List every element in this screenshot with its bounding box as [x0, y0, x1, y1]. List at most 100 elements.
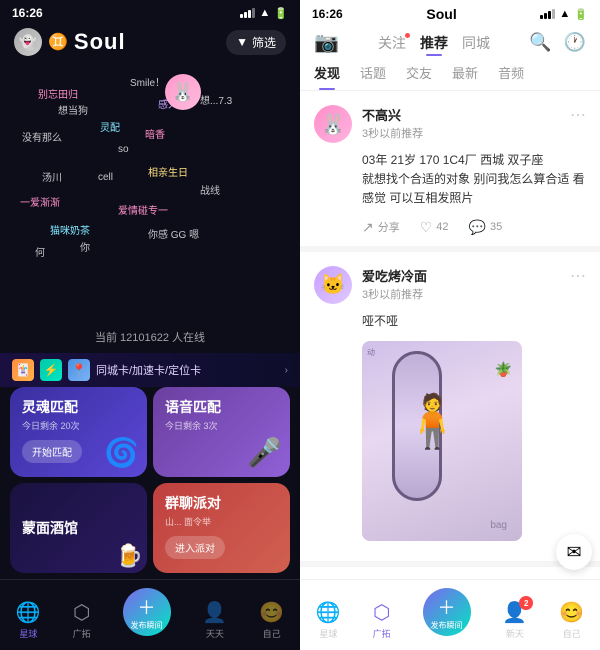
soul-match-title: 灵魂匹配 — [22, 397, 135, 417]
group-party-title: 群聊派对 — [165, 493, 278, 513]
post-share-1[interactable]: ↗ 分享 — [362, 219, 400, 236]
post-card-2: 🐱 爱吃烤冷面 3秒以前推荐 ⋯ 哑不哑 🧍 🪴 bag — [300, 252, 600, 567]
ghost-avatar[interactable]: 👻 — [14, 28, 42, 56]
group-party-btn[interactable]: 进入派对 — [165, 536, 225, 559]
soul-match-card[interactable]: 灵魂匹配 今日剩余 20次 开始匹配 🌀 — [10, 387, 147, 477]
right-nav-self[interactable]: 😊 自己 — [559, 600, 584, 640]
right-nav-xintian[interactable]: 👤 新天 2 — [502, 600, 527, 640]
comment-icon: 💬 — [469, 219, 486, 236]
right-battery-icon: 🔋 — [574, 8, 588, 21]
post-actions-1: ↗ 分享 ♡ 42 💬 35 — [362, 219, 586, 236]
card-strip-label: 同城卡/加速卡/定位卡 — [96, 362, 201, 378]
post-avatar-2[interactable]: 🐱 — [314, 266, 352, 304]
disc-tab-topic[interactable]: 话题 — [360, 63, 386, 90]
disc-tab-friend[interactable]: 交友 — [406, 63, 432, 90]
bubble-smile: Smile！ — [130, 74, 165, 89]
tab-recommend[interactable]: 推荐 — [420, 33, 448, 53]
bubble-12: 爱情碰专一 — [118, 202, 168, 217]
card-icon-orange: 🃏 — [12, 359, 34, 381]
left-nav-tiantian-label: 天天 — [206, 627, 224, 640]
right-nav-guangtuo[interactable]: ⬡ 广拓 — [373, 600, 391, 640]
post-comment-1[interactable]: 💬 35 — [469, 219, 503, 236]
card-strip[interactable]: 🃏 ⚡ 📍 同城卡/加速卡/定位卡 › — [0, 353, 300, 387]
right-nav-self-icon: 😊 — [559, 600, 584, 625]
tab-nearby[interactable]: 同城 — [462, 33, 490, 53]
signal-icon — [240, 8, 255, 18]
disc-tab-latest[interactable]: 最新 — [452, 63, 478, 90]
post-more-2[interactable]: ⋯ — [570, 266, 586, 286]
post-more-1[interactable]: ⋯ — [570, 105, 586, 125]
left-nav-guangbo-icon: ⬡ — [73, 600, 90, 625]
soul-match-emoji: 🌀 — [104, 436, 139, 469]
left-nav-self[interactable]: 😊 自己 — [259, 600, 284, 640]
left-publish-icon: ＋ — [138, 594, 156, 620]
online-count: 当前 12101622 人在线 — [0, 325, 300, 349]
post-meta-1: 不高兴 3秒以前推荐 — [362, 105, 560, 141]
search-icon[interactable]: 🔍 — [529, 32, 551, 53]
right-nav-guangtuo-label: 广拓 — [373, 627, 391, 640]
tab-follow[interactable]: 关注 — [378, 33, 406, 53]
card-icon-teal: ⚡ — [40, 359, 62, 381]
right-publish-btn[interactable]: ＋ 发布瞬间 — [423, 588, 471, 636]
left-nav-xingqiu[interactable]: 🌐 星球 — [16, 600, 41, 640]
feed: 🐰 不高兴 3秒以前推荐 ⋯ 03年 21岁 170 1C4厂 西城 双子座就想… — [300, 91, 600, 579]
mask-bar-card[interactable]: 蒙面酒馆 🍺 — [10, 483, 147, 573]
post-header-2: 🐱 爱吃烤冷面 3秒以前推荐 ⋯ — [314, 266, 586, 304]
left-nav-tiantian[interactable]: 👤 天天 — [202, 600, 227, 640]
card-arrow: › — [285, 365, 288, 376]
right-nav-xingqiu-icon: 🌐 — [316, 600, 341, 625]
soul-match-btn[interactable]: 开始匹配 — [22, 440, 82, 463]
right-status-bar: 16:26 Soul ▲ 🔋 — [300, 0, 600, 26]
avatar-bubble-1: 🐰 — [165, 74, 201, 110]
post-card-1: 🐰 不高兴 3秒以前推荐 ⋯ 03年 21岁 170 1C4厂 西城 双子座就想… — [300, 91, 600, 252]
voice-match-title: 语音匹配 — [165, 397, 278, 417]
card-icon-blue: 📍 — [68, 359, 90, 381]
left-header-left: 👻 ♊ Soul — [14, 28, 126, 56]
right-nav-xingqiu[interactable]: 🌐 星球 — [316, 600, 341, 640]
right-header-tabs: 关注 推荐 同城 — [378, 33, 490, 53]
left-nav-self-icon: 😊 — [259, 600, 284, 625]
post-image-2: 🧍 🪴 bag 动 — [362, 341, 522, 541]
feature-cards: 灵魂匹配 今日剩余 20次 开始匹配 🌀 语音匹配 今日剩余 3次 🎤 群聊派对… — [0, 387, 300, 579]
post-like-1[interactable]: ♡ 42 — [420, 219, 449, 236]
right-panel: 16:26 Soul ▲ 🔋 📷 关注 推荐 同城 🔍 🕐 发现 话题 — [300, 0, 600, 650]
left-nav-guangbo[interactable]: ⬡ 广拓 — [73, 600, 91, 640]
post-meta-2: 爱吃烤冷面 3秒以前推荐 — [362, 266, 560, 302]
post-content-2: 哑不哑 — [362, 312, 586, 331]
voice-match-emoji: 🎤 — [247, 436, 282, 469]
share-label: 分享 — [378, 219, 400, 235]
bubble-10: 一爱渐渐 — [20, 194, 60, 209]
disc-tab-audio[interactable]: 音频 — [498, 63, 524, 90]
right-publish-icon: ＋ — [438, 594, 456, 620]
left-nav-publish[interactable]: ＋ 发布瞬间 — [123, 588, 171, 640]
left-publish-btn[interactable]: ＋ 发布瞬间 — [123, 588, 171, 636]
filter-icon: ▼ — [236, 35, 248, 49]
post-avatar-1[interactable]: 🐰 — [314, 105, 352, 143]
right-bottom-nav: 🌐 星球 ⬡ 广拓 ＋ 发布瞬间 👤 新天 2 😊 自己 — [300, 579, 600, 650]
bubble-14: 你感 GG 嗯 — [148, 226, 199, 241]
bubble-6: 没有那么 — [22, 129, 62, 144]
group-party-sub: 山... 面令举 — [165, 515, 278, 528]
bubble-cell: cell — [98, 172, 113, 183]
post-name-1: 不高兴 — [362, 105, 560, 124]
camera-icon[interactable]: 📷 — [314, 30, 339, 55]
right-nav-guangtuo-icon: ⬡ — [373, 600, 390, 625]
mask-bar-title: 蒙面酒馆 — [22, 518, 135, 538]
bubble-13: 猫咪奶茶 — [50, 222, 90, 237]
battery-icon: 🔋 — [274, 7, 288, 20]
voice-match-sub: 今日剩余 3次 — [165, 419, 278, 432]
left-bottom-nav: 🌐 星球 ⬡ 广拓 ＋ 发布瞬间 👤 天天 😊 自己 — [0, 579, 300, 650]
bubble-5: 灵配 — [100, 119, 120, 134]
like-count-1: 42 — [436, 221, 448, 233]
right-nav-publish[interactable]: ＋ 发布瞬间 — [423, 588, 471, 640]
disc-tab-discover[interactable]: 发现 — [314, 63, 340, 90]
filter-label: 筛选 — [252, 34, 276, 51]
filter-button[interactable]: ▼ 筛选 — [226, 30, 286, 55]
voice-match-card[interactable]: 语音匹配 今日剩余 3次 🎤 — [153, 387, 290, 477]
bubble-so: so — [118, 144, 129, 155]
mail-float-button[interactable]: ✉ — [556, 534, 592, 570]
like-icon: ♡ — [420, 219, 433, 236]
group-party-card[interactable]: 群聊派对 山... 面令举 进入派对 — [153, 483, 290, 573]
history-icon[interactable]: 🕐 — [564, 32, 586, 53]
left-nav-xingqiu-icon: 🌐 — [16, 600, 41, 625]
